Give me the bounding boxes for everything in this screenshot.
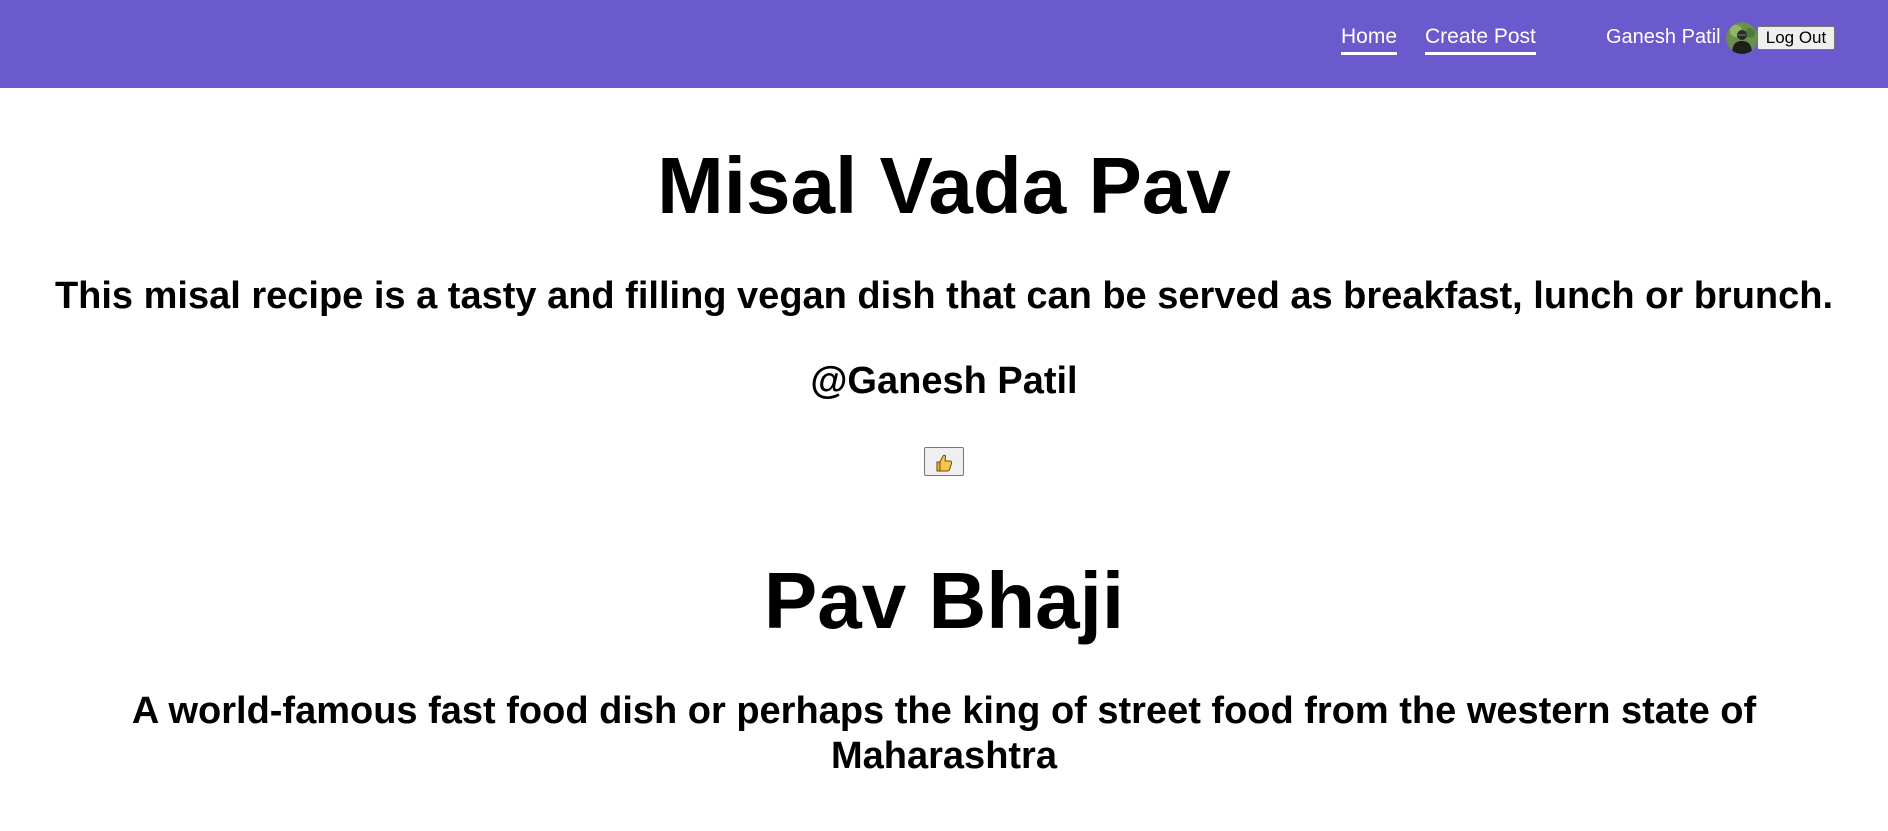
top-navbar: Home Create Post Ganesh Patil Log Out bbox=[0, 0, 1888, 88]
post-title: Misal Vada Pav bbox=[657, 141, 1231, 230]
nav-create-post-link[interactable]: Create Post bbox=[1425, 25, 1536, 55]
post-description: This misal recipe is a tasty and filling… bbox=[54, 275, 1834, 317]
nav-home-link[interactable]: Home bbox=[1341, 25, 1398, 55]
post-description: A world-famous fast food dish or perhaps… bbox=[131, 690, 1757, 777]
user-avatar bbox=[1726, 22, 1758, 54]
user-name: Ganesh Patil bbox=[1606, 26, 1721, 48]
logout-button[interactable]: Log Out bbox=[1757, 26, 1835, 50]
post-title: Pav Bhaji bbox=[763, 556, 1125, 645]
post-author: @Ganesh Patil bbox=[810, 360, 1078, 402]
post-card: Pav Bhaji A world-famous fast food dish … bbox=[0, 555, 1888, 779]
like-button[interactable] bbox=[924, 447, 964, 476]
thumbs-up-icon bbox=[936, 454, 953, 472]
post-card: Misal Vada Pav This misal recipe is a ta… bbox=[0, 140, 1888, 476]
